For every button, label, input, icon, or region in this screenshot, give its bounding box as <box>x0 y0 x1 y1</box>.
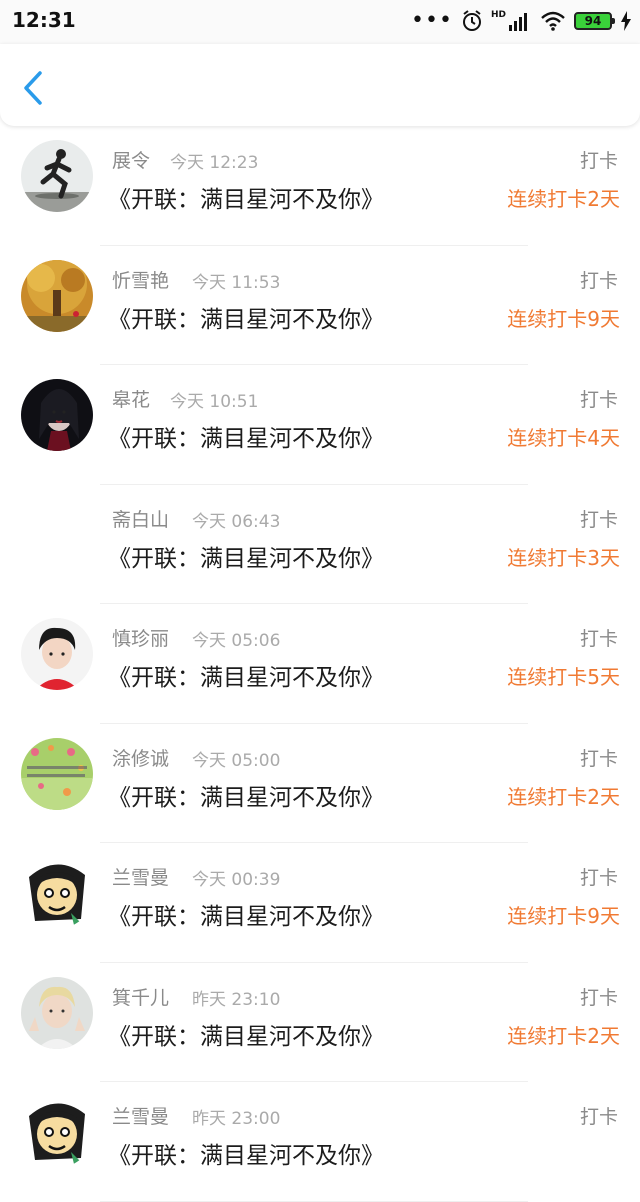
streak-label: 连续打卡3天 <box>507 545 620 570</box>
post-time: 昨天 23:00 <box>192 1109 281 1129</box>
user-name[interactable]: 展令 <box>112 146 150 173</box>
avatar[interactable] <box>21 737 93 810</box>
avatar[interactable] <box>21 618 93 690</box>
post-time: 今天 11:53 <box>192 272 281 293</box>
user-name[interactable]: 斋白山 <box>112 505 169 532</box>
checkin-list: 展令 今天 12:23 《开联：满目星河不及你》 打卡 连续打卡2天 忻雪艳 今天 11:5… <box>0 126 640 1202</box>
avatar[interactable] <box>21 1096 93 1168</box>
list-item[interactable]: 涂修诚 今天 05:00 《开联：满目星河不及你》 打卡连续打卡2天 <box>0 724 640 843</box>
post-time: 今天 10:51 <box>170 392 259 412</box>
streak-label: 连续打卡2天 <box>507 187 620 211</box>
avatar[interactable] <box>21 857 93 929</box>
charging-icon <box>621 11 631 31</box>
avatar[interactable] <box>21 140 93 212</box>
entry-title: 《开联：满目星河不及你》 <box>108 784 384 811</box>
divider <box>100 1200 528 1202</box>
status-icons: ••• HD 94 <box>411 8 632 34</box>
header-bar <box>0 44 640 126</box>
battery-icon: 94 <box>574 12 615 30</box>
list-item[interactable]: 皋花 今天 10:51 《开联：满目星河不及你》 打卡连续打卡4天 <box>0 365 640 485</box>
avatar[interactable] <box>21 379 93 451</box>
entry-title: 《开联：满目星河不及你》 <box>108 904 384 930</box>
checkin-label: 打卡 <box>579 150 618 172</box>
user-name[interactable]: 兰雪曼 <box>112 863 169 890</box>
list-item[interactable]: 慎珍丽 今天 05:06 《开联：满目星河不及你》 打卡连续打卡5天 <box>0 604 640 724</box>
checkin-label: 打卡 <box>579 269 618 292</box>
checkin-label: 打卡 <box>579 747 618 770</box>
checkin-label: 打卡 <box>579 508 618 531</box>
list-item[interactable]: 箕千儿 昨天 23:10 《开联：满目星河不及你》 打卡连续打卡2天 <box>0 963 640 1082</box>
avatar[interactable] <box>21 499 93 571</box>
avatar[interactable] <box>21 259 93 332</box>
chevron-left-icon[interactable] <box>18 70 48 106</box>
checkin-label: 打卡 <box>579 867 618 889</box>
post-time: 今天 00:39 <box>192 870 281 890</box>
streak-label: 连续打卡2天 <box>507 784 620 809</box>
checkin-label: 打卡 <box>579 389 618 411</box>
list-item[interactable]: 兰雪曼 今天 00:39 《开联：满目星河不及你》 打卡连续打卡9天 <box>0 843 640 963</box>
streak-label: 连续打卡9天 <box>507 904 620 928</box>
streak-label: 连续打卡4天 <box>507 426 620 450</box>
user-name[interactable]: 忻雪艳 <box>112 266 169 293</box>
entry-title: 《开联：满目星河不及你》 <box>108 1023 384 1050</box>
entry-title: 《开联：满目星河不及你》 <box>108 426 384 452</box>
list-item[interactable]: 斋白山 今天 06:43 《开联：满目星河不及你》 打卡连续打卡3天 <box>0 485 640 604</box>
status-time: 12:31 <box>12 8 76 32</box>
post-time: 今天 06:43 <box>192 511 281 532</box>
more-notifications-icon: ••• <box>411 8 453 33</box>
user-name[interactable]: 箕千儿 <box>112 983 169 1010</box>
alarm-clock-icon <box>462 10 481 31</box>
user-name[interactable]: 涂修诚 <box>112 744 169 771</box>
checkin-label: 打卡 <box>579 986 618 1009</box>
network-label: HD <box>490 10 506 20</box>
user-name[interactable]: 慎珍丽 <box>112 624 169 651</box>
wifi-icon <box>541 11 565 31</box>
checkin-label: 打卡 <box>579 1106 618 1128</box>
entry-title: 《开联：满目星河不及你》 <box>108 187 384 213</box>
checkin-label: 打卡 <box>579 628 618 650</box>
battery-level: 94 <box>584 14 602 28</box>
entry-title: 《开联：满目星河不及你》 <box>108 665 384 691</box>
user-name[interactable]: 皋花 <box>112 385 150 412</box>
entry-title: 《开联：满目星河不及你》 <box>108 1143 384 1169</box>
streak-label: 连续打卡9天 <box>507 306 620 331</box>
post-time: 今天 12:23 <box>170 153 259 173</box>
post-time: 今天 05:00 <box>192 750 281 771</box>
streak-label: 连续打卡2天 <box>507 1023 620 1048</box>
avatar[interactable] <box>21 976 93 1049</box>
list-item[interactable]: 展令 今天 12:23 《开联：满目星河不及你》 打卡连续打卡2天 <box>0 126 640 246</box>
user-name[interactable]: 兰雪曼 <box>112 1102 169 1129</box>
post-time: 昨天 23:10 <box>192 989 281 1010</box>
entry-title: 《开联：满目星河不及你》 <box>108 306 384 333</box>
entry-title: 《开联：满目星河不及你》 <box>108 545 384 572</box>
streak-label: 连续打卡5天 <box>507 665 620 689</box>
list-item[interactable]: 忻雪艳 今天 11:53 《开联：满目星河不及你》 打卡连续打卡9天 <box>0 246 640 365</box>
list-item[interactable]: 兰雪曼 昨天 23:00 《开联：满目星河不及你》 打卡 <box>0 1082 640 1202</box>
post-time: 今天 05:06 <box>192 631 281 651</box>
status-bar: 12:31 ••• HD 94 <box>0 0 640 44</box>
signal-icon <box>509 13 527 31</box>
